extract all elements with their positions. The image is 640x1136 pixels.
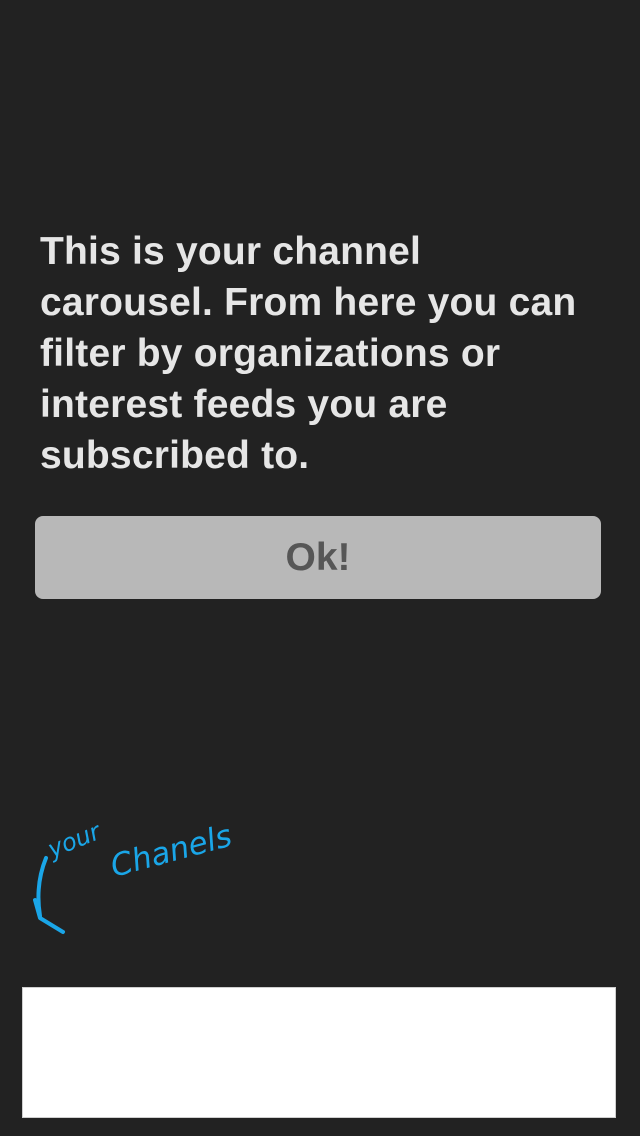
channel-carousel[interactable] bbox=[22, 987, 616, 1118]
tutorial-overlay-screen: This is your channel carousel. From here… bbox=[0, 0, 640, 1136]
arrow-down-left-icon bbox=[33, 856, 65, 934]
annotation-word-channels: Chanels bbox=[107, 818, 236, 885]
ok-button[interactable]: Ok! bbox=[35, 516, 601, 599]
tutorial-message: This is your channel carousel. From here… bbox=[40, 230, 577, 477]
handwritten-annotation: your Chanels bbox=[33, 817, 236, 934]
annotation-word-your: your bbox=[43, 817, 106, 864]
